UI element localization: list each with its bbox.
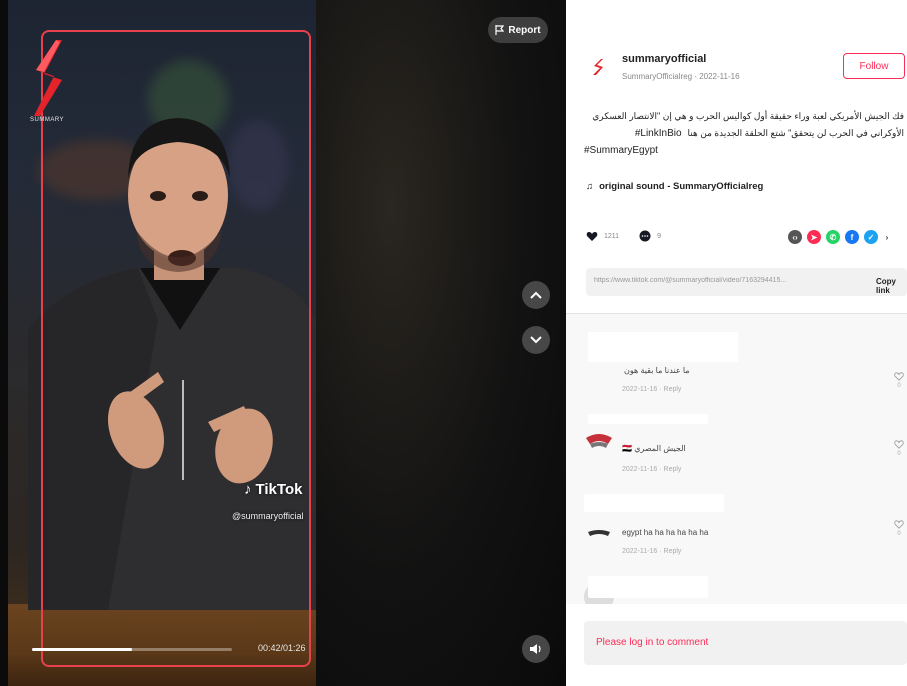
volume-button[interactable] — [522, 635, 550, 663]
tiktok-watermark: ♪ TikTok — [244, 481, 302, 498]
chevron-up-icon — [530, 291, 542, 299]
summary-logo-icon — [593, 59, 603, 75]
comment-icon[interactable] — [639, 230, 651, 242]
more-share-icon[interactable]: › — [883, 230, 891, 244]
redacted-username — [584, 494, 724, 512]
comment-meta[interactable]: 2022-11-16 · Reply — [622, 548, 681, 555]
comment-meta[interactable]: 2022-11-16 · Reply — [622, 386, 681, 393]
description-line: #LinkInBio الأوكراني في الحرب لن يتحقق" … — [584, 125, 904, 142]
comment-login-bar[interactable]: Please log in to comment — [584, 621, 907, 665]
embed-icon[interactable]: ‹› — [788, 230, 802, 244]
send-icon[interactable]: ➤ — [807, 230, 821, 244]
heart-outline-icon — [894, 520, 904, 529]
description-line: #SummaryEgypt — [584, 142, 904, 159]
comment-like-count: 0 — [897, 383, 901, 389]
music-note-icon: ♫ — [586, 181, 594, 192]
progress-bar[interactable] — [32, 648, 232, 651]
login-prompt[interactable]: Please log in to comment — [596, 637, 708, 648]
comment-text: egypt ha ha ha ha ha ha — [622, 528, 709, 537]
details-panel: summaryofficial SummaryOfficialreg · 202… — [566, 0, 907, 686]
music-title: original sound - SummaryOfficialreg — [599, 181, 764, 192]
facebook-icon[interactable]: f — [845, 230, 859, 244]
like-count: 1211 — [604, 232, 620, 240]
copy-link-button[interactable]: Copy link — [876, 277, 907, 295]
share-link-url[interactable]: https://www.tiktok.com/@summaryofficial/… — [594, 277, 844, 284]
flag-icon — [495, 25, 505, 35]
comment-avatar[interactable] — [584, 426, 614, 456]
redacted-username — [588, 576, 708, 598]
comment-text: ما عندنا ما بقية هون — [624, 366, 690, 375]
author-avatar[interactable] — [587, 56, 609, 78]
share-icons: ‹› ➤ ✆ f ✓ › — [788, 230, 891, 244]
comment-count: 9 — [657, 232, 661, 240]
hashtag-link[interactable]: #SummaryEgypt — [584, 145, 658, 156]
progress-fill — [32, 648, 132, 651]
heart-outline-icon — [894, 440, 904, 449]
summary-logo-icon — [34, 40, 62, 116]
tiktok-brand: TikTok — [255, 481, 303, 498]
redacted-username — [588, 414, 708, 424]
report-button[interactable]: Report — [488, 17, 548, 43]
logo-caption: SUMMARY — [30, 117, 65, 123]
follow-button[interactable]: Follow — [843, 53, 905, 79]
comment-text: الجيش المصري 🇪🇬 — [622, 444, 686, 453]
comment-meta[interactable]: 2022-11-16 · Reply — [622, 466, 681, 473]
whatsapp-icon[interactable]: ✆ — [826, 230, 840, 244]
author-username[interactable]: summaryofficial — [622, 53, 706, 65]
tiktok-handle: @summaryofficial — [232, 511, 304, 521]
video-description: فك الجيش الأمريكي لعبة وراء حقيقة أول كو… — [584, 108, 904, 159]
video-player[interactable]: SUMMARY ♪ TikTok @summaryofficial 00:42/… — [0, 0, 566, 686]
comment-like[interactable]: 0 — [894, 372, 904, 396]
comment-like-count: 0 — [897, 451, 901, 457]
next-video-button[interactable] — [522, 326, 550, 354]
author-meta: SummaryOfficialreg · 2022-11-16 — [622, 72, 740, 81]
comment-like[interactable]: 0 — [894, 520, 904, 544]
volume-icon — [530, 644, 541, 654]
redacted-username — [588, 332, 738, 362]
comment-avatar[interactable] — [584, 512, 614, 542]
chevron-down-icon — [530, 336, 542, 344]
report-label: Report — [508, 24, 541, 36]
time-readout: 00:42/01:26 — [258, 643, 306, 653]
video-frame[interactable]: SUMMARY ♪ TikTok @summaryofficial 00:42/… — [8, 0, 316, 686]
heart-outline-icon — [894, 372, 904, 381]
comment-like[interactable]: 0 — [894, 440, 904, 464]
previous-video-button[interactable] — [522, 281, 550, 309]
hashtag-link[interactable]: #LinkInBio — [635, 125, 682, 142]
twitter-icon[interactable]: ✓ — [864, 230, 878, 244]
share-link-box: https://www.tiktok.com/@summaryofficial/… — [586, 268, 907, 296]
tiktok-note-icon: ♪ — [244, 481, 252, 498]
music-link[interactable]: ♫ original sound - SummaryOfficialreg — [586, 181, 763, 192]
description-text: الأوكراني في الحرب لن يتحقق" شتع الحلقة … — [687, 128, 904, 138]
engagement-stats: 1211 9 — [586, 230, 661, 242]
description-line: فك الجيش الأمريكي لعبة وراء حقيقة أول كو… — [592, 111, 904, 121]
comment-like-count: 0 — [897, 531, 901, 537]
highlight-frame — [41, 30, 311, 667]
comment-list[interactable]: ما عندنا ما بقية هون 2022-11-16 · Reply … — [566, 314, 907, 604]
heart-icon[interactable] — [586, 230, 598, 242]
